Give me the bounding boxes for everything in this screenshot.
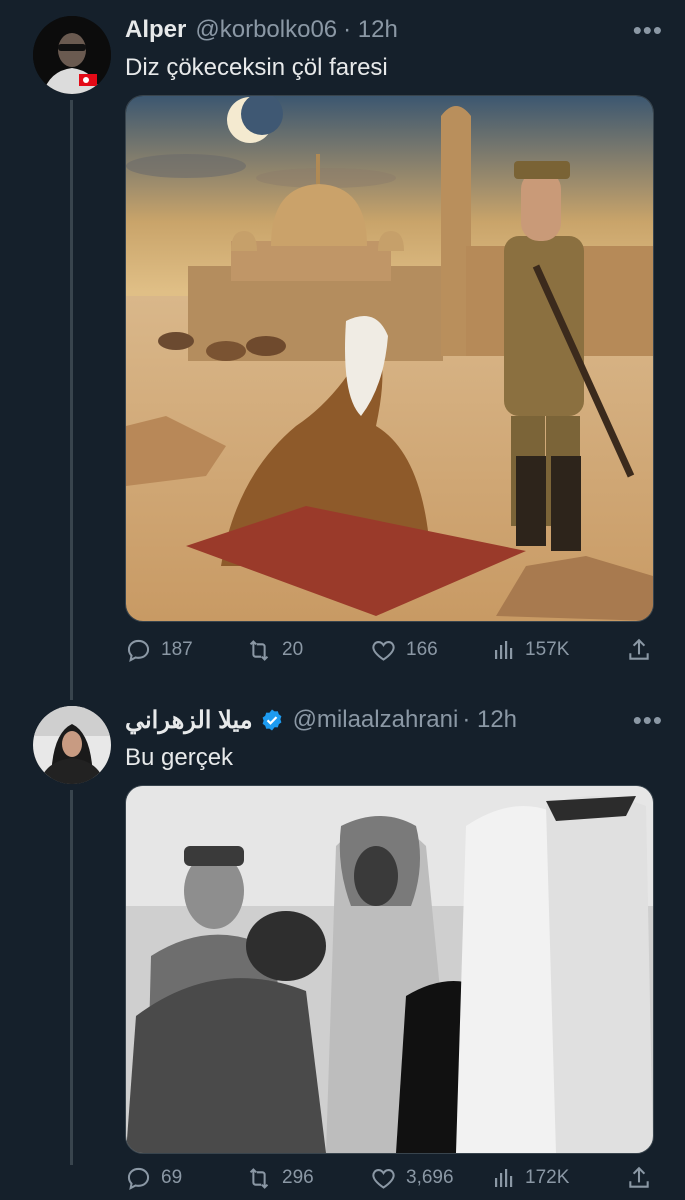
reply-count: 187 xyxy=(161,639,193,660)
reply-action[interactable]: 187 xyxy=(125,637,245,664)
views-count: 157K xyxy=(525,639,570,660)
retweet-action[interactable]: 20 xyxy=(245,637,370,664)
retweet-count: 296 xyxy=(282,1167,314,1188)
retweet-count: 20 xyxy=(282,639,304,660)
tweet-actions: 69 296 3,696 172K xyxy=(125,1162,652,1194)
display-name[interactable]: ميلا الزهراني xyxy=(125,706,253,735)
display-name[interactable]: Alper xyxy=(125,16,186,44)
tweet-text: Diz çökeceksin çöl faresi xyxy=(125,54,388,81)
avatar[interactable] xyxy=(33,706,111,784)
tweet-image[interactable] xyxy=(125,95,654,622)
user-handle[interactable]: @korbolko06 xyxy=(195,16,337,44)
tweet-header: ميلا الزهراني @milaalzahrani · 12h xyxy=(125,704,665,736)
share-icon xyxy=(629,1166,649,1188)
like-count: 3,696 xyxy=(406,1167,454,1188)
heart-icon xyxy=(372,1168,395,1189)
retweet-icon xyxy=(249,1167,269,1189)
tweet-header: Alper @korbolko06 · 12h xyxy=(125,14,665,46)
tweet[interactable]: ميلا الزهراني @milaalzahrani · 12h ••• B… xyxy=(0,690,685,1200)
retweet-icon xyxy=(249,639,269,661)
retweet-action[interactable]: 296 xyxy=(245,1165,370,1192)
views-count: 172K xyxy=(525,1167,570,1188)
reply-icon xyxy=(127,639,150,662)
share-action[interactable] xyxy=(626,637,652,663)
tweet[interactable]: Alper @korbolko06 · 12h ••• Diz çökeceks… xyxy=(0,0,685,690)
views-chart-icon xyxy=(495,641,513,659)
share-icon xyxy=(629,638,649,660)
like-count: 166 xyxy=(406,639,438,660)
user-handle[interactable]: @milaalzahrani xyxy=(293,706,459,734)
like-action[interactable]: 166 xyxy=(370,637,492,664)
more-options-icon[interactable]: ••• xyxy=(633,707,663,733)
timestamp[interactable]: · 12h xyxy=(462,706,517,734)
views-action[interactable]: 172K xyxy=(492,1166,622,1190)
reply-action[interactable]: 69 xyxy=(125,1165,245,1192)
timestamp[interactable]: · 12h xyxy=(343,16,398,44)
heart-icon xyxy=(372,640,395,661)
verified-badge-icon xyxy=(260,708,284,732)
share-action[interactable] xyxy=(626,1165,652,1191)
tweet-image[interactable] xyxy=(125,785,654,1154)
like-action[interactable]: 3,696 xyxy=(370,1165,492,1192)
reply-count: 69 xyxy=(161,1167,183,1188)
reply-icon xyxy=(127,1167,150,1190)
views-chart-icon xyxy=(495,1169,513,1187)
more-options-icon[interactable]: ••• xyxy=(633,17,663,43)
avatar[interactable] xyxy=(33,16,111,94)
views-action[interactable]: 157K xyxy=(492,638,622,662)
tweet-actions: 187 20 166 157K xyxy=(125,634,652,666)
tweet-text: Bu gerçek xyxy=(125,744,234,771)
